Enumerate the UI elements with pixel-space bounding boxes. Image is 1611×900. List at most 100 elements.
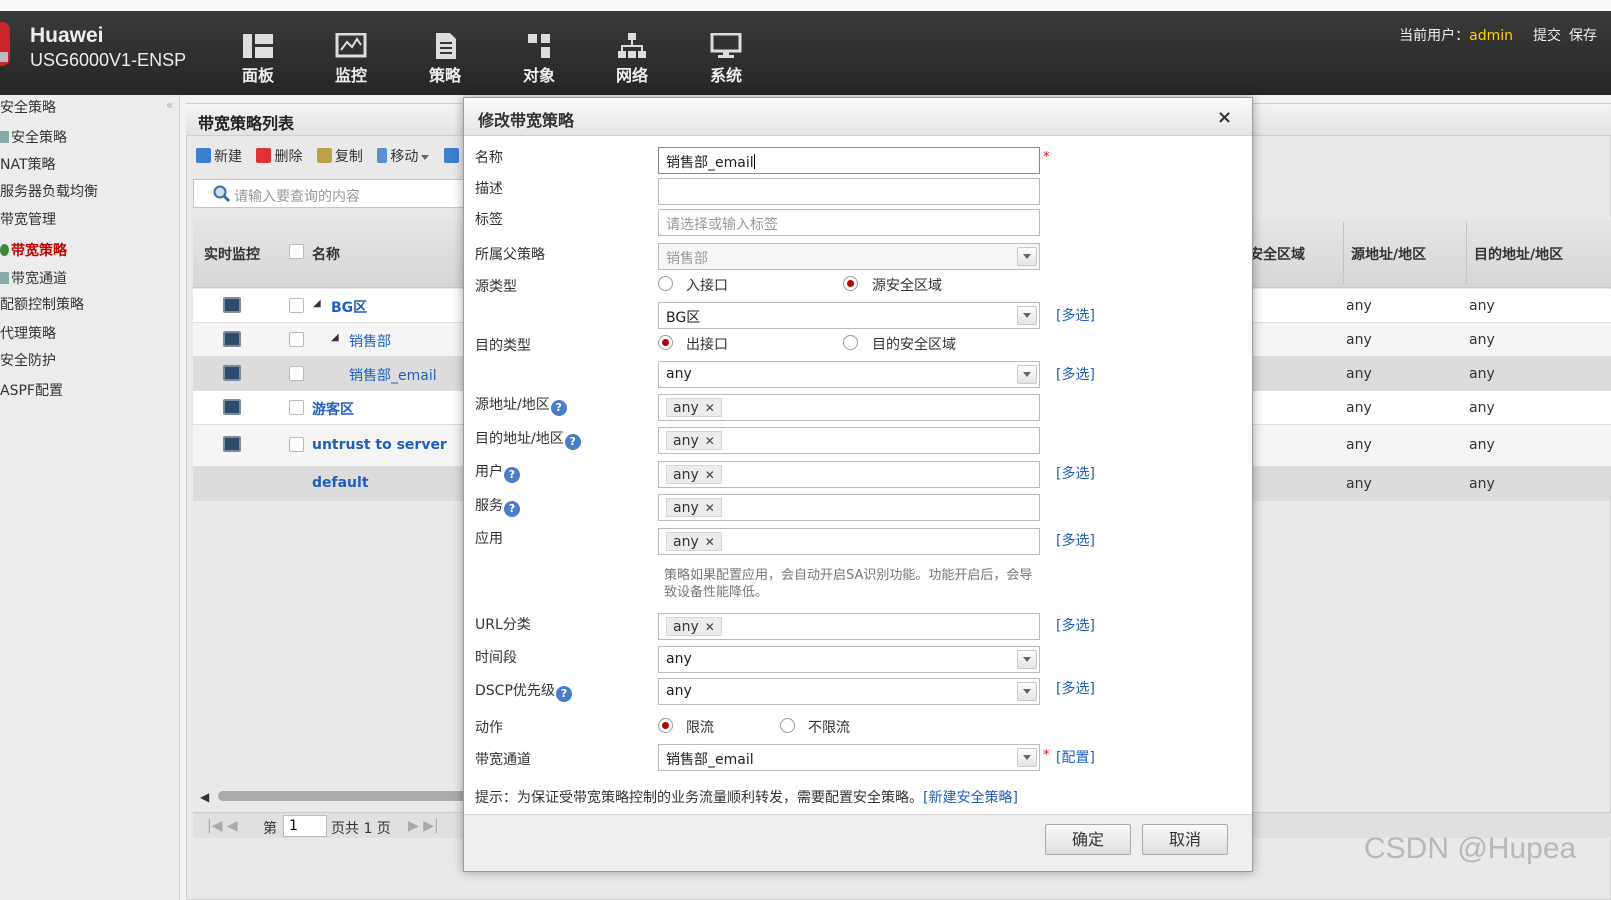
sidebar-collapse-icon[interactable]: «	[166, 98, 173, 112]
row-checkbox[interactable]	[289, 400, 304, 415]
nav-object[interactable]: 对象	[509, 33, 569, 86]
row-name[interactable]: default	[312, 475, 369, 491]
sidebar-item-quota-policy[interactable]: 配额控制策略	[0, 293, 84, 317]
name-input[interactable]: 销售部_email	[658, 147, 1040, 174]
copy-button[interactable]: 复制	[316, 148, 363, 165]
row-name[interactable]: 销售部_email	[349, 365, 437, 385]
cancel-button[interactable]: 取消	[1142, 824, 1228, 855]
chevron-down-icon[interactable]	[1017, 650, 1037, 669]
sidebar-group-bandwidth[interactable]: 带宽管理	[0, 208, 56, 232]
delete-button[interactable]: 删除	[256, 148, 302, 165]
row-checkbox[interactable]	[289, 437, 304, 452]
nav-policy[interactable]: 策略	[415, 33, 475, 86]
service-tag: any ✕	[666, 498, 722, 517]
monitor-icon[interactable]	[223, 436, 241, 452]
time-select[interactable]: any	[658, 646, 1040, 673]
sidebar-item-aspf[interactable]: ASPF配置	[0, 379, 63, 403]
row-name[interactable]: 游客区	[312, 399, 354, 419]
row-checkbox[interactable]	[289, 366, 304, 381]
scroll-left-icon[interactable]: ◀	[200, 790, 209, 804]
help-icon[interactable]: ?	[504, 467, 520, 483]
channel-config-link[interactable]: [配置]	[1056, 747, 1095, 767]
radio-limit[interactable]	[658, 718, 673, 733]
url-multi-link[interactable]: [多选]	[1056, 615, 1095, 635]
sidebar-item-proxy-policy[interactable]: 代理策略	[0, 322, 56, 346]
tag-remove-icon[interactable]: ✕	[705, 434, 715, 448]
url-input[interactable]: any ✕	[658, 613, 1040, 640]
chevron-down-icon[interactable]	[1017, 748, 1037, 767]
tag-remove-icon[interactable]: ✕	[705, 401, 715, 415]
nav-dashboard[interactable]: 面板	[228, 33, 288, 86]
user-multi-link[interactable]: [多选]	[1056, 463, 1095, 483]
dscp-select[interactable]: any	[658, 678, 1040, 705]
src-zone-multi-link[interactable]: [多选]	[1056, 305, 1095, 325]
radio-dst-iface[interactable]	[658, 335, 673, 350]
sidebar-item-slb[interactable]: 服务器负载均衡	[0, 180, 98, 204]
submit-link[interactable]: 提交	[1533, 28, 1561, 44]
row-checkbox[interactable]	[289, 298, 304, 313]
sidebar-item-bandwidth-policy[interactable]: 带宽策略	[0, 239, 67, 263]
close-icon[interactable]: ×	[1217, 107, 1232, 128]
nav-monitor[interactable]: 监控	[321, 33, 381, 86]
help-icon[interactable]: ?	[564, 434, 581, 450]
chevron-down-icon[interactable]	[1017, 682, 1037, 701]
radio-src-iface[interactable]	[658, 276, 673, 291]
page-input[interactable]	[283, 815, 327, 837]
monitor-icon[interactable]	[223, 331, 241, 347]
src-zone-select[interactable]: BG区	[658, 302, 1040, 329]
save-link[interactable]: 保存	[1569, 28, 1597, 44]
first-page-icon[interactable]: |◀ ◀	[207, 818, 238, 834]
next-page-icon[interactable]: ▶ ▶|	[408, 818, 439, 834]
help-icon[interactable]: ?	[550, 400, 567, 416]
sidebar-item-bandwidth-channel[interactable]: 带宽通道	[0, 267, 67, 291]
new-button[interactable]: 新建	[196, 148, 242, 165]
row-name[interactable]: 销售部	[349, 331, 391, 351]
dst-iface-select[interactable]: any	[658, 361, 1040, 388]
dst-iface-multi-link[interactable]: [多选]	[1056, 364, 1095, 384]
select-all-checkbox[interactable]	[289, 244, 304, 259]
chevron-down-icon[interactable]	[1017, 365, 1037, 384]
desc-input[interactable]	[658, 178, 1040, 205]
radio-dst-zone[interactable]	[843, 335, 858, 350]
help-icon[interactable]: ?	[504, 501, 520, 517]
dscp-multi-link[interactable]: [多选]	[1056, 678, 1095, 698]
move-button[interactable]: 移动	[377, 148, 430, 165]
tag-remove-icon[interactable]: ✕	[705, 501, 715, 515]
tag-remove-icon[interactable]: ✕	[705, 620, 715, 634]
monitor-icon[interactable]	[223, 365, 241, 381]
nav-network[interactable]: 网络	[602, 33, 662, 86]
export-button[interactable]	[443, 148, 462, 165]
dst-addr-input[interactable]: any ✕	[658, 427, 1040, 454]
radio-nolimit[interactable]	[780, 718, 795, 733]
ok-button[interactable]: 确定	[1045, 824, 1131, 855]
monitor-icon[interactable]	[223, 399, 241, 415]
sidebar-item-security-policy[interactable]: 安全策略	[0, 126, 67, 150]
user-input[interactable]: any ✕	[658, 461, 1040, 488]
tag-remove-icon[interactable]: ✕	[705, 468, 715, 482]
row-checkbox[interactable]	[289, 332, 304, 347]
policy-hint: 提示：为保证受带宽策略控制的业务流量顺利转发，需要配置安全策略。[新建安全策略]	[475, 787, 1018, 807]
radio-src-zone[interactable]	[843, 276, 858, 291]
expand-icon[interactable]: ◢	[313, 298, 321, 309]
sidebar-item-nat-policy[interactable]: NAT策略	[0, 153, 56, 177]
label-dst-addr: 目的地址/地区?	[475, 428, 581, 450]
src-addr-input[interactable]: any ✕	[658, 394, 1040, 421]
app-input[interactable]: any ✕	[658, 528, 1040, 555]
chevron-down-icon[interactable]	[1017, 306, 1037, 325]
nav-system[interactable]: 系统	[696, 33, 756, 86]
row-name[interactable]: untrust to server	[312, 437, 447, 453]
help-icon[interactable]: ?	[555, 686, 572, 702]
row-name[interactable]: BG区	[331, 297, 367, 317]
new-security-policy-link[interactable]: [新建安全策略]	[923, 790, 1018, 806]
search-input[interactable]: 请输入要查询的内容	[193, 179, 483, 208]
sidebar-group-security-policy[interactable]: 安全策略	[0, 96, 56, 120]
tag-remove-icon[interactable]: ✕	[705, 535, 715, 549]
expand-icon[interactable]: ◢	[331, 332, 339, 343]
service-input[interactable]: any ✕	[658, 494, 1040, 521]
horizontal-scrollbar[interactable]	[218, 791, 468, 801]
sidebar-item-security-protection[interactable]: 安全防护	[0, 349, 56, 373]
monitor-icon[interactable]	[223, 297, 241, 313]
channel-select[interactable]: 销售部_email	[658, 744, 1040, 771]
app-multi-link[interactable]: [多选]	[1056, 530, 1095, 550]
tag-input[interactable]: 请选择或输入标签	[658, 209, 1040, 236]
